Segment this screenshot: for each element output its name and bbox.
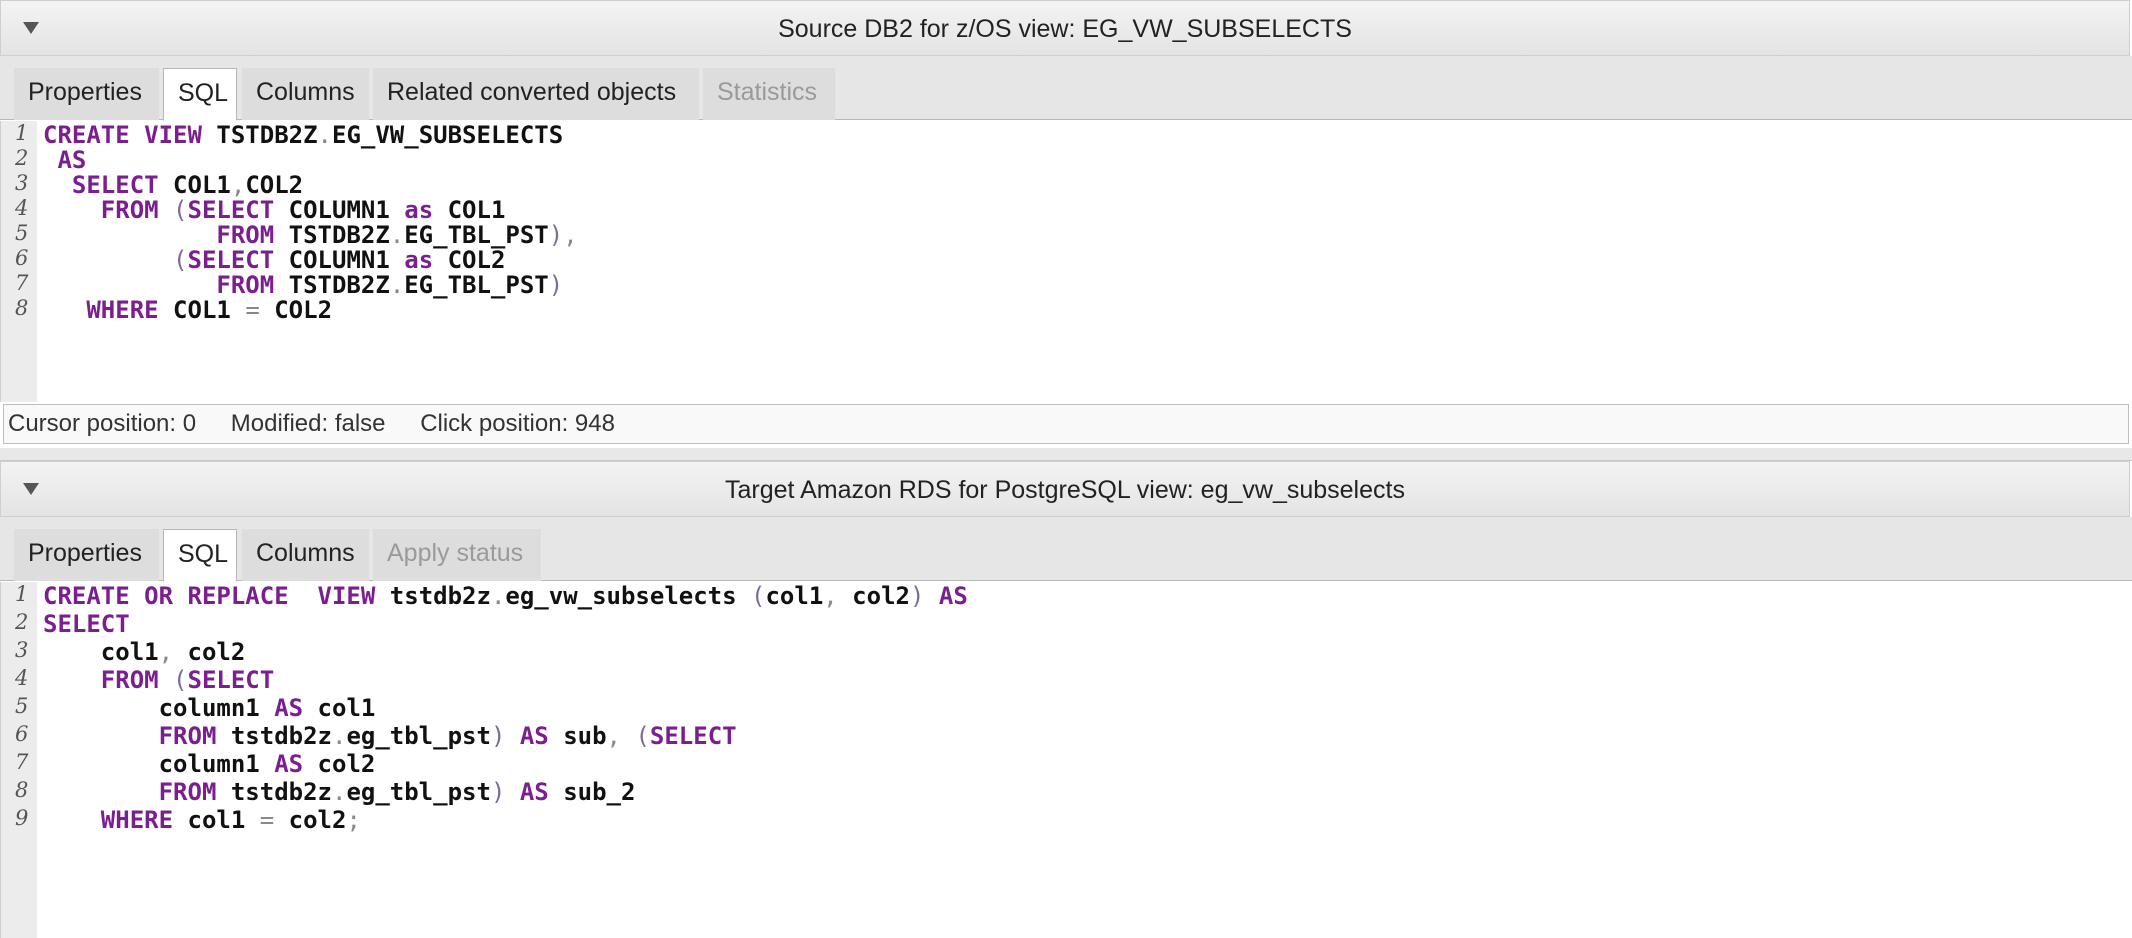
line-number: 6 [15, 722, 29, 746]
line-number: 5 [15, 221, 29, 245]
target-panel-header: Target Amazon RDS for PostgreSQL view: e… [0, 461, 2130, 517]
source-panel-title: Source DB2 for z/OS view: EG_VW_SUBSELEC… [778, 15, 1352, 43]
source-status-bar: Cursor position: 0 Modified: false Click… [3, 404, 2129, 444]
code-text: CREATE OR REPLACE VIEW tstdb2z.eg_vw_sub… [43, 582, 968, 610]
code-text: column1 AS col1 [43, 694, 376, 722]
line-number: 2 [15, 146, 29, 170]
tab-apply-status: Apply status [373, 529, 541, 581]
line-number: 9 [15, 806, 29, 830]
line-number: 3 [15, 638, 29, 662]
code-text: FROM TSTDB2Z.EG_TBL_PST) [216, 271, 564, 299]
source-sql-editor[interactable]: 1 CREATE VIEW TSTDB2Z.EG_VW_SUBSELECTS 2 A… [0, 121, 2132, 402]
tab-properties[interactable]: Properties [14, 529, 159, 581]
line-number: 4 [15, 196, 29, 220]
code-text: column1 AS col2 [43, 750, 376, 778]
modified-status: Modified: false [230, 410, 386, 437]
source-tab-bar: Properties SQL Columns Related converted… [0, 56, 2132, 121]
tab-sql[interactable]: SQL [163, 529, 237, 582]
code-text: FROM TSTDB2Z.EG_TBL_PST), [216, 221, 578, 249]
line-number: 1 [15, 121, 29, 145]
tab-columns[interactable]: Columns [242, 529, 369, 581]
line-number: 3 [15, 171, 29, 195]
target-sql-editor[interactable]: 1 CREATE OR REPLACE VIEW tstdb2z.eg_vw_su… [0, 582, 2132, 938]
line-number: 5 [15, 694, 29, 718]
tab-related-converted-objects[interactable]: Related converted objects [373, 68, 699, 120]
source-view-panel: Source DB2 for z/OS view: EG_VW_SUBSELEC… [0, 0, 2132, 461]
code-text: col1, col2 [43, 638, 246, 666]
target-tab-bar: Properties SQL Columns Apply status [0, 517, 2132, 582]
line-number: 2 [15, 610, 29, 634]
code-text: AS [57, 146, 87, 174]
tab-sql[interactable]: SQL [163, 68, 237, 121]
line-number: 6 [15, 246, 29, 270]
line-number: 4 [15, 666, 29, 690]
line-number: 7 [15, 750, 29, 774]
target-panel-title: Target Amazon RDS for PostgreSQL view: e… [725, 476, 1405, 504]
code-text: FROM (SELECT COLUMN1 as COL1 [100, 196, 506, 224]
code-text: WHERE col1 = col2; [100, 806, 361, 834]
line-number: 8 [15, 296, 29, 320]
code-text: FROM tstdb2z.eg_tbl_pst) AS sub_2 [158, 778, 636, 806]
line-number: 8 [15, 778, 29, 802]
target-view-panel: Target Amazon RDS for PostgreSQL view: e… [0, 461, 2132, 938]
tab-properties[interactable]: Properties [14, 68, 159, 120]
code-text: SELECT COL1,COL2 [71, 171, 304, 199]
click-position: Click position: 948 [420, 410, 615, 437]
line-number: 7 [15, 271, 29, 295]
code-text: SELECT [43, 610, 130, 638]
code-text: (SELECT COLUMN1 as COL2 [173, 246, 506, 274]
tab-statistics: Statistics [703, 68, 835, 120]
tab-columns[interactable]: Columns [242, 68, 369, 120]
code-text: CREATE VIEW TSTDB2Z.EG_VW_SUBSELECTS [43, 121, 564, 149]
cursor-position: Cursor position: 0 [8, 410, 197, 437]
line-number: 1 [15, 582, 29, 606]
code-text: WHERE COL1 = COL2 [86, 296, 333, 324]
panel-divider[interactable] [0, 448, 2132, 461]
code-text: FROM (SELECT [100, 666, 275, 694]
source-panel-header: Source DB2 for z/OS view: EG_VW_SUBSELEC… [0, 0, 2130, 56]
code-text: FROM tstdb2z.eg_tbl_pst) AS sub, (SELECT [158, 722, 737, 750]
